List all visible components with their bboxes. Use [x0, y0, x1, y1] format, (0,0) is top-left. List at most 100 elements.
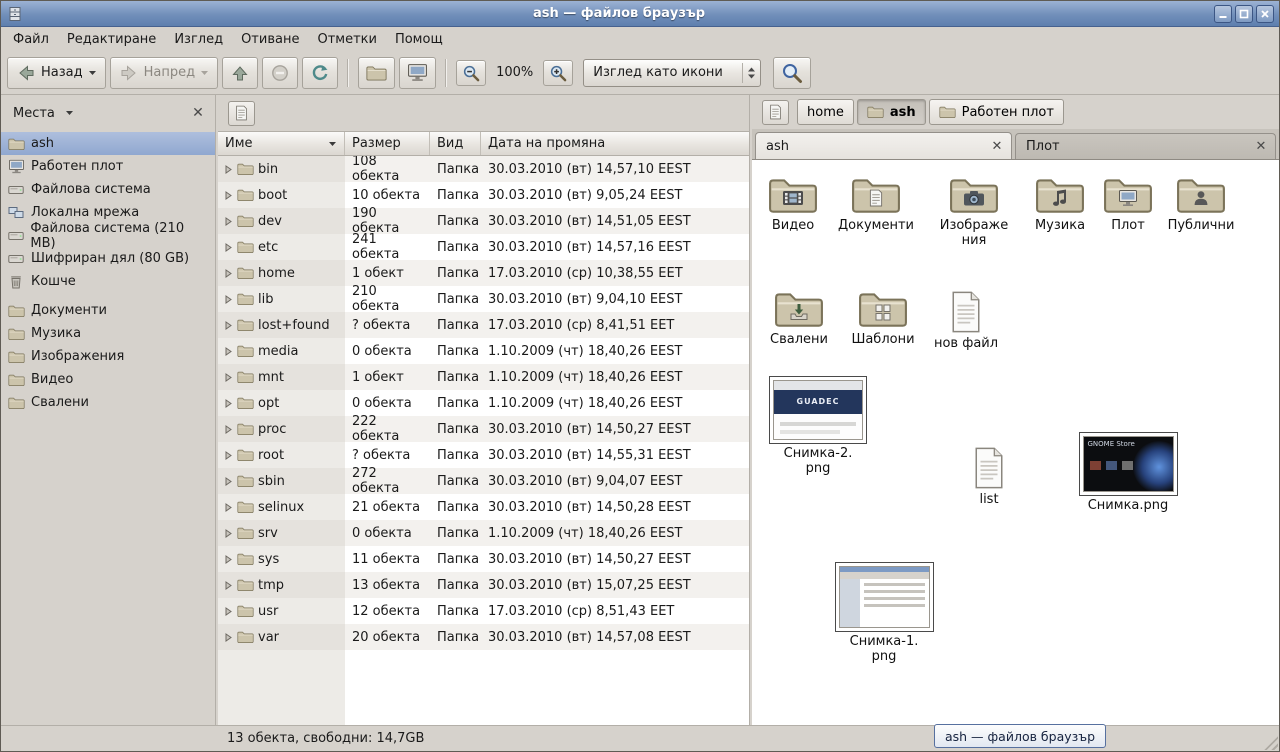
sidebar-item-trash[interactable]: Кошче — [1, 270, 215, 293]
expander-icon[interactable] — [223, 165, 233, 174]
tree-row-selinux[interactable]: selinux21 обектаПапка30.03.2010 (вт) 14,… — [218, 494, 749, 520]
minimize-button[interactable] — [1214, 5, 1232, 23]
expander-icon[interactable] — [223, 399, 233, 408]
tree-row-lost+found[interactable]: lost+found? обектаПапка17.03.2010 (ср) 8… — [218, 312, 749, 338]
tree-row-media[interactable]: media0 обектаПапка1.10.2009 (чт) 18,40,2… — [218, 338, 749, 364]
menu-item-help[interactable]: Помощ — [387, 29, 451, 50]
column-header-type[interactable]: Вид — [430, 132, 481, 155]
computer-button[interactable] — [399, 57, 436, 89]
expander-icon[interactable] — [223, 451, 233, 460]
sidebar-close-button[interactable]: ✕ — [189, 104, 207, 122]
file-icon-snimka1[interactable]: Снимка-1.png — [830, 562, 938, 665]
expander-icon[interactable] — [223, 581, 233, 590]
sidebar-item-pictures[interactable]: Изображения — [1, 345, 215, 368]
tree-row-sys[interactable]: sys11 обектаПапка30.03.2010 (вт) 14,50,2… — [218, 546, 749, 572]
expander-icon[interactable] — [223, 217, 233, 226]
tab-ash[interactable]: ash✕ — [755, 132, 1012, 159]
places-selector[interactable]: Места — [9, 103, 78, 124]
file-icon-list[interactable]: list — [952, 446, 1026, 508]
tree-row-opt[interactable]: opt0 обектаПапка1.10.2009 (чт) 18,40,26 … — [218, 390, 749, 416]
back-button[interactable]: Назад — [7, 57, 106, 89]
titlebar[interactable]: ash — файлов браузър — [1, 1, 1279, 27]
column-header-size[interactable]: Размер — [345, 132, 430, 155]
expander-icon[interactable] — [223, 477, 233, 486]
search-button[interactable] — [773, 57, 811, 89]
expander-icon[interactable] — [223, 373, 233, 382]
file-icon-pictures[interactable]: Изображения — [938, 174, 1010, 249]
expander-icon[interactable] — [223, 269, 233, 278]
tab-close-icon[interactable]: ✕ — [1253, 139, 1269, 155]
home-button[interactable] — [358, 57, 395, 89]
tree-row-dev[interactable]: dev190 обектаПапка30.03.2010 (вт) 14,51,… — [218, 208, 749, 234]
zoom-in-button[interactable] — [543, 60, 573, 86]
column-header-name[interactable]: Име — [218, 132, 345, 155]
file-icon-snimka[interactable]: GNOME StoreСнимка.png — [1074, 432, 1182, 514]
expander-icon[interactable] — [223, 295, 233, 304]
tree-row-home[interactable]: home1 обектПапка17.03.2010 (ср) 10,38,55… — [218, 260, 749, 286]
file-icon-public[interactable]: Публични — [1166, 174, 1236, 234]
reload-button[interactable] — [302, 57, 338, 89]
resize-grip[interactable] — [1264, 736, 1278, 750]
file-icon-new-file[interactable]: нов файл — [930, 290, 1002, 352]
expander-icon[interactable] — [223, 633, 233, 642]
location-edit-toggle-right[interactable] — [762, 100, 789, 125]
menu-item-edit[interactable]: Редактиране — [59, 29, 164, 50]
tree-row-mnt[interactable]: mnt1 обектПапка1.10.2009 (чт) 18,40,26 E… — [218, 364, 749, 390]
expander-icon[interactable] — [223, 347, 233, 356]
menu-item-bookmarks[interactable]: Отметки — [309, 29, 384, 50]
expander-icon[interactable] — [223, 321, 233, 330]
tab-close-icon[interactable]: ✕ — [989, 138, 1005, 154]
tree-row-root[interactable]: root? обектаПапка30.03.2010 (вт) 14,55,3… — [218, 442, 749, 468]
sidebar-item-filesystem[interactable]: Файлова система — [1, 178, 215, 201]
sidebar-item-documents[interactable]: Документи — [1, 299, 215, 322]
tree-row-var[interactable]: var20 обектаПапка30.03.2010 (вт) 14,57,0… — [218, 624, 749, 650]
menu-item-view[interactable]: Изглед — [166, 29, 231, 50]
sidebar-item-ash[interactable]: ash — [1, 132, 215, 155]
tab-desktop[interactable]: Плот✕ — [1015, 133, 1276, 159]
sidebar-item-downloads[interactable]: Свалени — [1, 391, 215, 414]
forward-button[interactable]: Напред — [110, 57, 218, 89]
expander-icon[interactable] — [223, 503, 233, 512]
expander-icon[interactable] — [223, 191, 233, 200]
file-icon-videos[interactable]: Видео — [754, 174, 832, 234]
up-button[interactable] — [222, 57, 258, 89]
tree-row-srv[interactable]: srv0 обектаПапка1.10.2009 (чт) 18,40,26 … — [218, 520, 749, 546]
menu-item-file[interactable]: Файл — [5, 29, 57, 50]
view-mode-select[interactable]: Изглед като икони — [583, 59, 761, 87]
path-button-home[interactable]: home — [797, 99, 854, 125]
menu-item-go[interactable]: Отиване — [233, 29, 307, 50]
file-icon-templates[interactable]: Шаблони — [844, 288, 922, 348]
maximize-button[interactable] — [1235, 5, 1253, 23]
sidebar-item-encrypted-80gb[interactable]: Шифриран дял (80 GB) — [1, 247, 215, 270]
column-header-date[interactable]: Дата на промяна — [481, 132, 749, 155]
tree-row-usr[interactable]: usr12 обектаПапка17.03.2010 (ср) 8,51,43… — [218, 598, 749, 624]
tree-row-bin[interactable]: bin108 обектаПапка30.03.2010 (вт) 14,57,… — [218, 156, 749, 182]
tree-row-sbin[interactable]: sbin272 обектаПапка30.03.2010 (вт) 9,04,… — [218, 468, 749, 494]
sidebar-item-music[interactable]: Музика — [1, 322, 215, 345]
expander-icon[interactable] — [223, 529, 233, 538]
sidebar-item-filesystem-210mb[interactable]: Файлова система (210 MB) — [1, 224, 215, 247]
icon-view[interactable]: ВидеоДокументи ИзображенияМузикаПлотПубли… — [752, 160, 1279, 725]
stop-button[interactable] — [262, 57, 298, 89]
path-button-desktop[interactable]: Работен плот — [929, 99, 1064, 125]
expander-icon[interactable] — [223, 425, 233, 434]
expander-icon[interactable] — [223, 607, 233, 616]
file-icon-music[interactable]: Музика — [1024, 174, 1096, 234]
file-icon-downloads[interactable]: Свалени — [760, 288, 838, 348]
expander-icon[interactable] — [223, 555, 233, 564]
tree-row-proc[interactable]: proc222 обектаПапка30.03.2010 (вт) 14,50… — [218, 416, 749, 442]
tree-row-tmp[interactable]: tmp13 обектаПапка30.03.2010 (вт) 15,07,2… — [218, 572, 749, 598]
file-icon-desktop[interactable]: Плот — [1093, 174, 1163, 234]
tree-row-etc[interactable]: etc241 обектаПапка30.03.2010 (вт) 14,57,… — [218, 234, 749, 260]
path-button-ash[interactable]: ash — [857, 99, 926, 125]
sidebar-item-videos[interactable]: Видео — [1, 368, 215, 391]
file-icon-documents[interactable]: Документи — [836, 174, 916, 234]
taskbar-window-button[interactable]: ash — файлов браузър — [934, 724, 1106, 748]
tree-row-lib[interactable]: lib210 обектаПапка30.03.2010 (вт) 9,04,1… — [218, 286, 749, 312]
expander-icon[interactable] — [223, 243, 233, 252]
zoom-out-button[interactable] — [456, 60, 486, 86]
file-icon-snimka2[interactable]: GUADECСнимка-2.png — [764, 376, 872, 477]
tree-row-boot[interactable]: boot10 обектаПапка30.03.2010 (вт) 9,05,2… — [218, 182, 749, 208]
close-button[interactable] — [1256, 5, 1274, 23]
location-edit-toggle-left[interactable] — [228, 101, 255, 126]
